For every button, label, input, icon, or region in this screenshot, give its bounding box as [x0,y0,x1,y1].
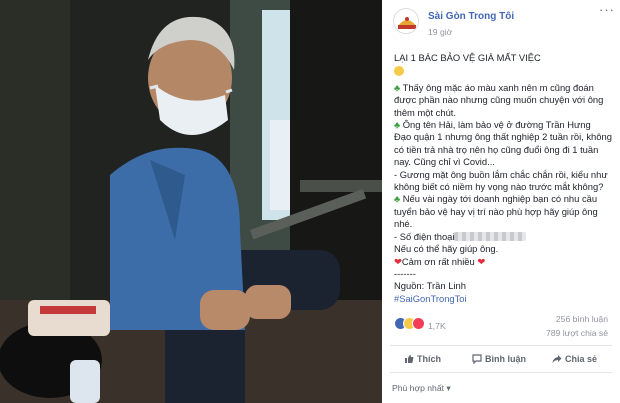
paragraph-2-line-2: Đạo quận 1 nhưng ông thất nghiệp 2 tuần … [394,131,612,143]
heart-icon: ❤ [394,255,402,267]
post-title: LẠI 1 BÁC BẢO VỆ GIÀ MẤT VIỆC [394,52,541,63]
post-timestamp[interactable]: 19 giờ [428,26,452,38]
share-icon [552,355,562,363]
comment-sort-dropdown[interactable]: Phù hợp nhất ▾ [392,382,451,394]
sad-face-icon [394,66,404,77]
like-button[interactable]: Thích [404,353,441,365]
action-bar: Thích Bình luận Chia sẻ [390,345,612,373]
sad-emoji-line [394,66,614,78]
paragraph-2-line-3: có tiền trả nhà trọ nên họ cũng đuổi ông… [394,143,599,155]
comment-label: Bình luận [485,354,526,364]
page-name-link[interactable]: Sài Gòn Trong Tôi [428,11,514,23]
page-avatar[interactable] [393,8,419,34]
clover-icon: ♣ [394,81,401,93]
clover-icon: ♣ [394,193,401,205]
paragraph-4-line-3: nhé. [394,218,413,230]
redacted-phone [454,231,527,241]
comment-button[interactable]: Bình luận [472,353,526,365]
photo-illustration [0,0,382,403]
phone-line: - Số điện thoại [394,231,614,243]
post-panel: Sài Gòn Trong Tôi 19 giờ ··· LẠI 1 BÁC B… [382,0,620,403]
reaction-count: 1,7K [428,321,446,331]
love-reaction-icon [412,317,425,330]
paragraph-text: Nếu vài ngày tới doanh nghiệp bạn có nhu… [402,193,598,205]
like-label: Thích [417,354,441,364]
paragraph-1-line-2: được phần nào nhưng cũng muốn chuyện với… [394,94,604,106]
paragraph-2-line-4: nay. Cũng chỉ vì Covid... [394,156,495,168]
paragraph-3-line-1: - Gương mặt ông buồn lắm chắc chắn rồi, … [394,168,608,180]
paragraph-text: Ông tên Hải, làm bảo vệ ở đường Trần Hưn… [402,119,591,131]
comments-count[interactable]: 256 bình luận [556,313,608,325]
paragraph-4-line-1: ♣ Nếu vài ngày tới doanh nghiệp bạn có n… [394,193,614,205]
post-photo[interactable] [0,0,382,403]
hashtag-link[interactable]: #SaiGonTrongToi [394,293,614,305]
paragraph-text: Thấy ông mặc áo màu xanh nên m cũng đoán [402,81,594,93]
post-stats: 1,7K 256 bình luận 789 lượt chia sẻ [394,312,608,340]
post-body: LẠI 1 BÁC BẢO VỆ GIÀ MẤT VIỆC ♣ Thấy ông… [394,52,614,305]
clover-icon: ♣ [394,119,401,131]
thanks-line: ❤Cảm ơn rất nhiều ❤ [394,256,614,268]
share-label: Chia sẻ [565,354,598,364]
help-line: Nếu có thể hãy giúp ông. [394,243,499,255]
paragraph-1-line-3: thêm một chút. [394,106,457,118]
paragraph-2-line-1: ♣ Ông tên Hải, làm bảo vệ ở đường Trần H… [394,119,614,131]
paragraph-3-line-2: không biết có niềm hy vọng nào trước mắt… [394,181,604,193]
heart-icon: ❤ [477,255,486,267]
page-logo-icon [395,10,418,33]
thumbs-up-icon [405,354,414,363]
paragraph-4-line-2: tuyển bảo vệ hay vị trí nào phù hợp hãy … [394,205,598,217]
more-options-icon[interactable]: ··· [599,3,615,16]
paragraph-1-line-1: ♣ Thấy ông mặc áo màu xanh nên m cũng đo… [394,82,614,94]
phone-label: - Số điện thoại [394,230,455,242]
post-header: Sài Gòn Trong Tôi 19 giờ ··· [382,0,620,40]
photo-viewer: Sài Gòn Trong Tôi 19 giờ ··· LẠI 1 BÁC B… [0,0,620,403]
thanks-text: Cảm ơn rất nhiều [401,255,475,267]
comment-icon [472,354,482,365]
share-button[interactable]: Chia sẻ [552,353,597,365]
source-line: Nguồn: Trần Linh [394,280,466,292]
shares-count[interactable]: 789 lượt chia sẻ [546,327,608,339]
separator-line: ------- [394,267,416,279]
